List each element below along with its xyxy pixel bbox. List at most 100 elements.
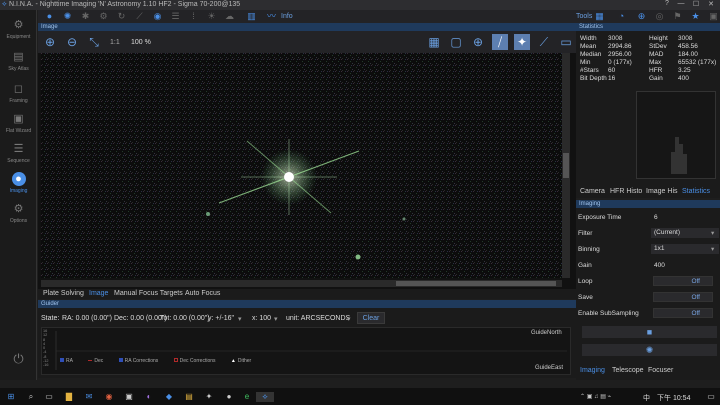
image-vscrollbar[interactable]	[562, 53, 570, 278]
telescope-toggle-icon[interactable]: ⟋	[134, 11, 145, 22]
tab-plate-solving[interactable]: Plate Solving	[43, 290, 84, 297]
guide-legend: RA Dec RA Corrections Dec Corrections ▲ D…	[60, 358, 251, 364]
nav-options[interactable]: ⚙ Options	[0, 202, 37, 224]
maximize-button[interactable]: ☐	[689, 0, 703, 10]
subsampling-toggle[interactable]: Off	[653, 308, 713, 318]
zoom-out-icon[interactable]: ⊖	[64, 34, 80, 50]
bulb-toggle-icon[interactable]: ☀	[206, 11, 217, 22]
power-button[interactable]: ⏻	[0, 352, 37, 368]
info-label[interactable]: Info	[281, 13, 293, 20]
image-hscrollbar[interactable]	[41, 280, 562, 287]
flag-icon[interactable]: ⚑	[672, 11, 683, 22]
info-icon[interactable]: 〰	[266, 11, 277, 22]
camera-toggle-icon[interactable]: ✺	[62, 11, 73, 22]
capture-button[interactable]: ✺	[582, 344, 717, 356]
sky-icon[interactable]: ◎	[654, 11, 665, 22]
weather-toggle-icon[interactable]: ☁	[224, 11, 235, 22]
close-button[interactable]: ✕	[704, 0, 718, 10]
stat-label: #Stars	[580, 67, 599, 74]
power-icon: ⏻	[13, 351, 24, 366]
star-icon[interactable]: ★	[690, 11, 701, 22]
x-scale-chevron-icon[interactable]: ▾	[274, 315, 278, 323]
stat-value: 0 (177x)	[608, 59, 632, 66]
sequence-toggle-icon[interactable]: ☰	[170, 11, 181, 22]
grid-icon[interactable]: ▦	[426, 34, 442, 50]
filterwheel-toggle-icon[interactable]: ✱	[80, 11, 91, 22]
windows-start-icon[interactable]: ⊞	[6, 392, 16, 402]
help-button[interactable]: ?	[660, 0, 674, 10]
crosshair-icon[interactable]: ⊕	[470, 34, 486, 50]
tab-manual-focus-targets[interactable]: Manual Focus Targets	[114, 290, 183, 297]
one-to-one-button[interactable]: 1:1	[110, 39, 120, 46]
zoom-in-icon[interactable]: ⊕	[42, 34, 58, 50]
zoom-fit-icon[interactable]: ⤡	[86, 34, 102, 50]
tools-label[interactable]: Tools	[576, 13, 592, 20]
nav-sequence[interactable]: ☰ Sequence	[0, 142, 37, 164]
binning-select[interactable]: 1x1 ▾	[651, 244, 719, 254]
input-language[interactable]: 中	[643, 393, 650, 403]
unit-select[interactable]: unit: ARCSECONDS	[286, 315, 350, 322]
exposure-input[interactable]: 6	[654, 214, 658, 221]
app-icon-2[interactable]: ◐	[144, 392, 154, 402]
chrome-icon[interactable]: ◉	[104, 392, 114, 402]
detect-stars-icon[interactable]: ▭	[558, 34, 574, 50]
notification-icon[interactable]: ▭	[706, 392, 716, 402]
tab-hfr-histo[interactable]: HFR Histo	[610, 188, 642, 195]
tab-auto-focus[interactable]: Auto Focus	[185, 290, 220, 297]
y-scale-select[interactable]: y: +/-16"	[208, 315, 234, 322]
mail-icon[interactable]: ✉	[84, 392, 94, 402]
app-icon-1[interactable]: ▣	[124, 392, 134, 402]
framing-icon: ◻	[13, 83, 24, 95]
y-scale-chevron-icon[interactable]: ▾	[238, 315, 242, 323]
nav-equipment[interactable]: ⚙ Equipment	[0, 18, 37, 40]
guider-toggle-icon[interactable]: ◉	[152, 11, 163, 22]
brush-icon[interactable]: ⟋	[536, 34, 552, 50]
nav-flat-wizard[interactable]: ▣ Flat Wizard	[0, 112, 37, 134]
app-icon-6[interactable]: ●	[224, 392, 234, 402]
gain-input[interactable]: 400	[654, 262, 665, 269]
tab-telescope[interactable]: Telescope	[612, 367, 644, 374]
nav-framing[interactable]: ◻ Framing	[0, 82, 37, 104]
tab-focuser[interactable]: Focuser	[648, 367, 673, 374]
minimize-button[interactable]: —	[674, 0, 688, 10]
app-icon-3[interactable]: ◆	[164, 392, 174, 402]
tab-statistics[interactable]: Statistics	[682, 188, 710, 195]
polar-align-icon[interactable]: ⊕	[636, 11, 647, 22]
nina-taskbar-icon[interactable]: ⟡	[256, 392, 274, 402]
x-scale-select[interactable]: x: 100	[252, 315, 271, 322]
history-icon[interactable]: ◔	[616, 11, 627, 22]
clear-button[interactable]: Clear	[357, 312, 385, 324]
annotate-icon[interactable]: ✦	[514, 34, 530, 50]
tab-camera[interactable]: Camera	[580, 188, 605, 195]
rotator-toggle-icon[interactable]: ↻	[116, 11, 127, 22]
nav-imaging[interactable]: ● Imaging	[0, 172, 37, 194]
start-sequence-button[interactable]: ■	[582, 326, 717, 338]
tab-image-histogram[interactable]: Image His	[646, 188, 678, 195]
crop-icon[interactable]: ▢	[448, 34, 464, 50]
unit-chevron-icon[interactable]: ▾	[347, 315, 351, 323]
left-nav: ⚙ Equipment ▤ Sky Atlas ◻ Framing ▣ Flat Wiz…	[0, 10, 37, 380]
app-icon-7[interactable]: e	[242, 392, 252, 402]
dock-icon[interactable]: ▣	[708, 11, 719, 22]
tab-imaging[interactable]: Imaging	[580, 367, 605, 374]
switch-toggle-icon[interactable]: ⁞	[188, 11, 199, 22]
options-icon: ⚙	[13, 203, 24, 215]
focuser-toggle-icon[interactable]: ⚙	[98, 11, 109, 22]
file-explorer-icon[interactable]: ▇	[64, 392, 74, 402]
nav-sky-atlas[interactable]: ▤ Sky Atlas	[0, 50, 37, 72]
app-icon-5[interactable]: ✦	[204, 392, 214, 402]
stretch-icon[interactable]: ⧸	[492, 34, 508, 50]
app-icon-4[interactable]: ▤	[184, 392, 194, 402]
tray-icons[interactable]: ⌃ ▣ ♫ ▤ ⌁	[580, 393, 611, 400]
tools-icon-1[interactable]: ▦	[594, 11, 605, 22]
loop-toggle[interactable]: Off	[653, 276, 713, 286]
tab-image[interactable]: Image	[89, 290, 108, 297]
statistics-toggle-icon[interactable]: ▥	[246, 11, 257, 22]
image-panel-toggle-icon[interactable]: ●	[44, 11, 55, 22]
task-view-icon[interactable]: ▭	[44, 392, 54, 402]
search-icon[interactable]: ⌕	[26, 392, 36, 402]
save-toggle[interactable]: Off	[653, 292, 713, 302]
filter-select[interactable]: (Current) ▾	[651, 228, 719, 238]
clock[interactable]: 下午 10:54	[657, 393, 690, 403]
image-canvas[interactable]	[41, 53, 562, 278]
